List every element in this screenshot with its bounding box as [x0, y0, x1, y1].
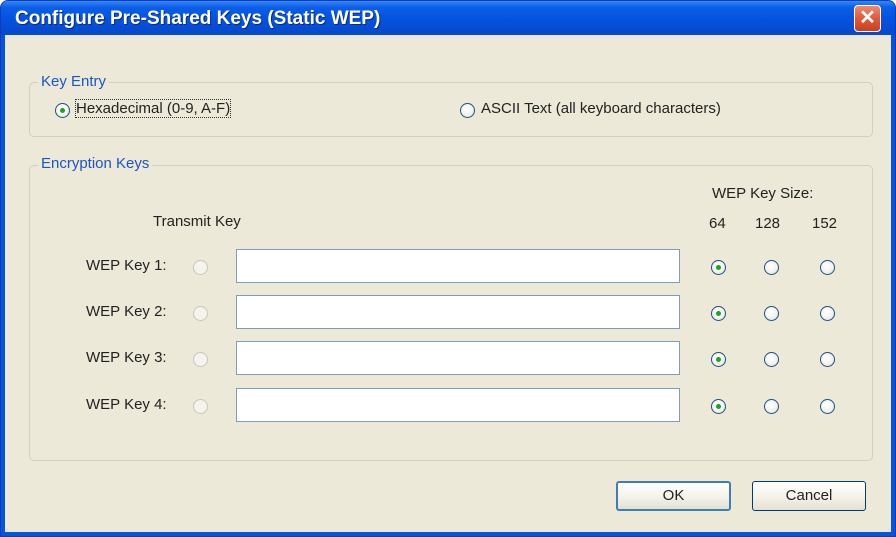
- cancel-button[interactable]: Cancel: [752, 481, 866, 511]
- size-152-header: 152: [812, 215, 838, 232]
- radio-selected-dot: [716, 311, 721, 316]
- radio-selected-dot: [716, 265, 721, 270]
- wep-key-size-header: WEP Key Size:: [712, 185, 814, 202]
- transmit-key-4-radio[interactable]: [193, 399, 208, 414]
- dialog-body: Key Entry Hexadecimal (0-9, A-F) ASCII T…: [5, 35, 891, 532]
- wep-key-1-label: WEP Key 1:: [86, 257, 167, 274]
- transmit-key-2-radio[interactable]: [193, 306, 208, 321]
- transmit-key-3-radio[interactable]: [193, 352, 208, 367]
- wep-key-3-size-152-radio[interactable]: [820, 352, 835, 367]
- wep-key-2-size-152-radio[interactable]: [820, 306, 835, 321]
- radio-selected-dot: [716, 357, 721, 362]
- wep-key-1-size-152-radio[interactable]: [820, 260, 835, 275]
- size-64-header: 64: [709, 215, 726, 232]
- wep-key-4-size-64-radio[interactable]: [711, 399, 726, 414]
- window-title: Configure Pre-Shared Keys (Static WEP): [15, 8, 381, 29]
- wep-key-3-label: WEP Key 3:: [86, 349, 167, 366]
- key-entry-legend: Key Entry: [38, 73, 110, 90]
- wep-key-1-input[interactable]: [236, 249, 680, 283]
- title-bar[interactable]: Configure Pre-Shared Keys (Static WEP) ✕: [1, 1, 895, 35]
- wep-key-1-size-128-radio[interactable]: [764, 260, 779, 275]
- wep-key-4-label: WEP Key 4:: [86, 396, 167, 413]
- encryption-keys-legend: Encryption Keys: [38, 155, 153, 172]
- hexadecimal-radio[interactable]: [55, 103, 70, 118]
- wep-key-1-size-64-radio[interactable]: [711, 260, 726, 275]
- wep-key-3-input[interactable]: [236, 341, 680, 375]
- ascii-label[interactable]: ASCII Text (all keyboard characters): [481, 100, 721, 117]
- wep-key-4-size-152-radio[interactable]: [820, 399, 835, 414]
- wep-key-2-size-64-radio[interactable]: [711, 306, 726, 321]
- dialog-window: Configure Pre-Shared Keys (Static WEP) ✕…: [0, 0, 896, 537]
- transmit-key-1-radio[interactable]: [193, 260, 208, 275]
- close-icon: ✕: [859, 7, 876, 29]
- radio-selected-dot: [60, 108, 65, 113]
- transmit-key-header: Transmit Key: [153, 213, 241, 230]
- ascii-radio[interactable]: [460, 103, 475, 118]
- wep-key-2-label: WEP Key 2:: [86, 303, 167, 320]
- radio-selected-dot: [716, 404, 721, 409]
- wep-key-4-size-128-radio[interactable]: [764, 399, 779, 414]
- hexadecimal-label[interactable]: Hexadecimal (0-9, A-F): [74, 99, 232, 118]
- wep-key-4-input[interactable]: [236, 388, 680, 422]
- size-128-header: 128: [755, 215, 781, 232]
- close-button[interactable]: ✕: [854, 5, 881, 32]
- wep-key-3-size-64-radio[interactable]: [711, 352, 726, 367]
- wep-key-3-size-128-radio[interactable]: [764, 352, 779, 367]
- ok-button[interactable]: OK: [616, 481, 731, 511]
- wep-key-2-size-128-radio[interactable]: [764, 306, 779, 321]
- wep-key-2-input[interactable]: [236, 295, 680, 329]
